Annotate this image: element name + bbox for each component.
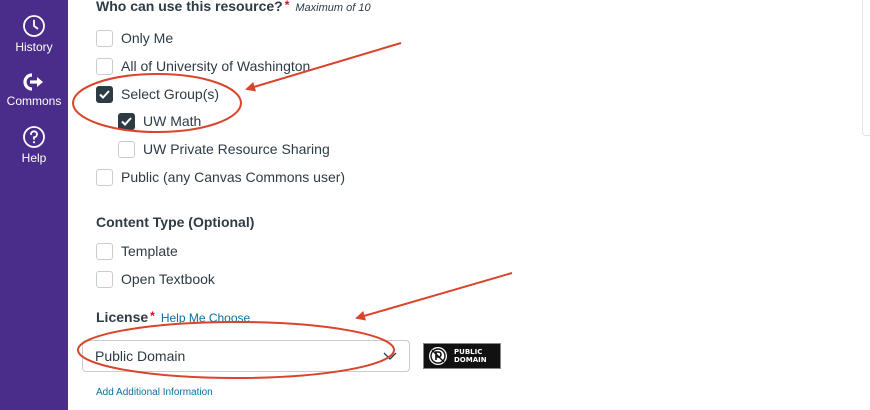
option-uw-private-sharing[interactable]: UW Private Resource Sharing (118, 138, 330, 160)
right-panel-edge (862, 0, 870, 136)
checkbox[interactable] (96, 168, 113, 186)
audience-title: Who can use this resource? * Maximum of 10 (96, 0, 371, 14)
option-public[interactable]: Public (any Canvas Commons user) (96, 166, 345, 188)
nav-history-label: History (15, 40, 53, 54)
public-domain-badge: PUBLIC DOMAIN (423, 343, 501, 369)
option-label: UW Math (143, 113, 202, 129)
license-title: License * Help Me Choose (96, 309, 250, 325)
nav-history[interactable]: History (0, 14, 68, 54)
audience-hint: Maximum of 10 (295, 2, 371, 14)
check-icon (99, 89, 110, 99)
nav-commons-label: Commons (6, 94, 62, 108)
option-only-me[interactable]: Only Me (96, 27, 173, 49)
option-all-uw[interactable]: All of University of Washington (96, 55, 310, 77)
nav-help[interactable]: Help (0, 125, 68, 165)
audience-title-text: Who can use this resource? (96, 0, 283, 14)
license-select[interactable]: Public Domain (82, 340, 410, 372)
global-nav: History Commons Help (0, 0, 68, 410)
license-select-value: Public Domain (95, 348, 186, 364)
option-label: Template (121, 243, 178, 259)
commons-arrow-icon (23, 73, 43, 91)
badge-line: PUBLIC (454, 348, 483, 356)
nav-help-label: Help (21, 151, 47, 165)
checkbox[interactable] (118, 140, 135, 158)
chevron-down-icon (383, 352, 397, 360)
option-select-groups[interactable]: Select Group(s) (96, 83, 219, 105)
option-label: Public (any Canvas Commons user) (121, 169, 346, 185)
nav-commons[interactable]: Commons (0, 72, 68, 108)
license-title-text: License (96, 309, 149, 325)
required-mark: * (150, 309, 155, 323)
option-label: Open Textbook (121, 271, 215, 287)
option-uw-math[interactable]: UW Math (118, 110, 201, 132)
content-type-title: Content Type (Optional) (96, 214, 255, 230)
option-label: UW Private Resource Sharing (143, 141, 330, 157)
public-domain-badge-text: PUBLIC DOMAIN (454, 348, 487, 364)
checkbox[interactable] (96, 57, 113, 75)
add-additional-information-link[interactable]: Add Additional Information (96, 387, 213, 398)
checkbox[interactable] (96, 242, 113, 260)
share-form: Who can use this resource? * Maximum of 10… (68, 0, 870, 410)
option-label: Only Me (121, 30, 174, 46)
option-open-textbook[interactable]: Open Textbook (96, 268, 215, 290)
option-template[interactable]: Template (96, 240, 178, 262)
option-label: Select Group(s) (121, 86, 220, 102)
checkbox[interactable] (96, 270, 113, 288)
public-domain-icon (429, 347, 447, 365)
help-icon (23, 126, 45, 148)
help-me-choose-link[interactable]: Help Me Choose (161, 311, 250, 325)
option-label: All of University of Washington (121, 58, 311, 74)
check-icon (121, 116, 132, 126)
checkbox-checked[interactable] (96, 85, 113, 103)
checkbox-checked[interactable] (118, 112, 135, 130)
checkbox[interactable] (96, 29, 113, 47)
clock-icon (23, 15, 45, 37)
badge-line: DOMAIN (454, 356, 487, 364)
required-mark: * (284, 0, 290, 12)
